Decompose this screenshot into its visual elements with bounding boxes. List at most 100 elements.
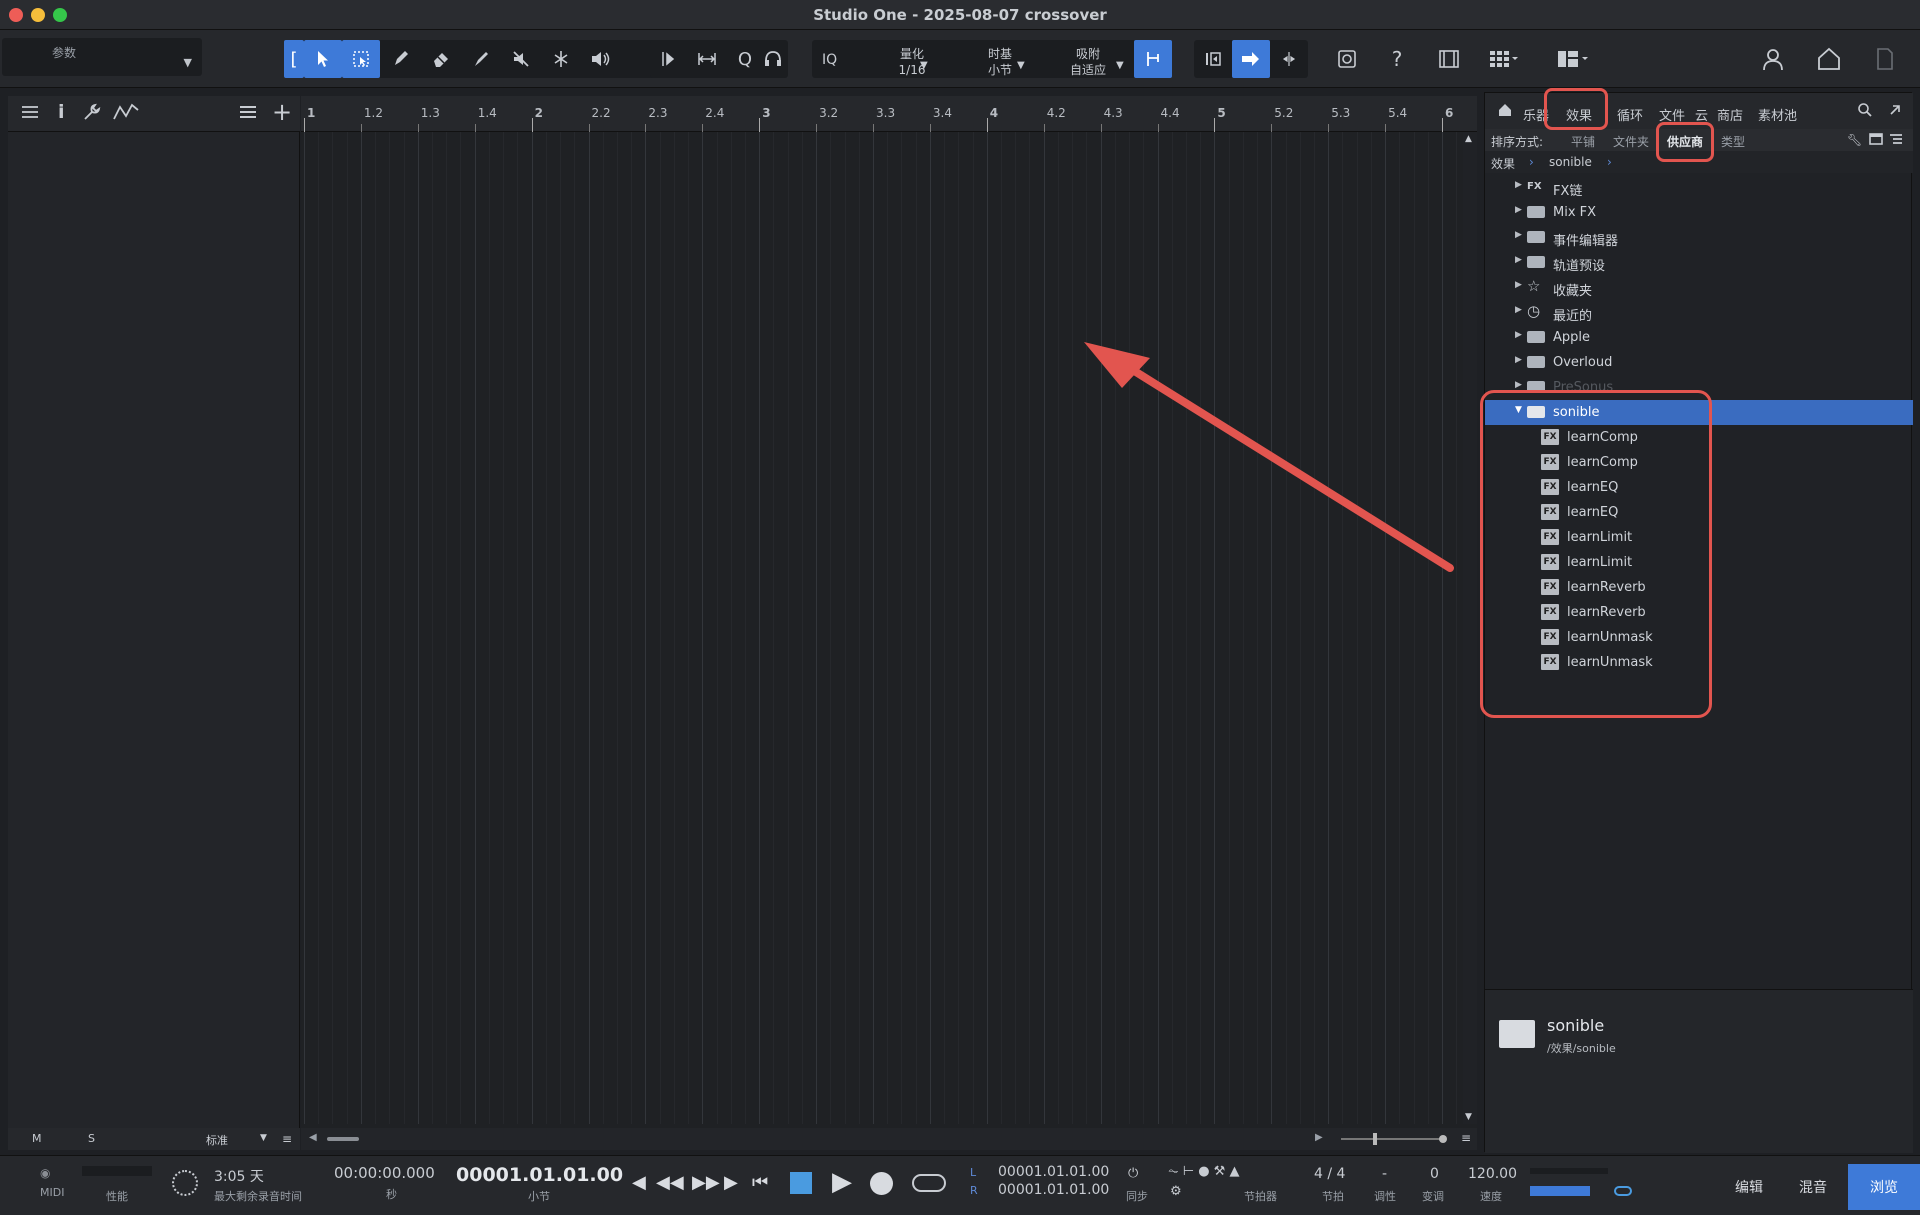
metronome-settings-icon[interactable]: ⏦ ⊢ ● ⚒ ▲ — [1168, 1164, 1239, 1179]
tree-folder-item[interactable]: ▶ Apple — [1485, 325, 1913, 350]
collapsed-triangle-icon[interactable]: ▶ — [1515, 230, 1522, 240]
help-button[interactable]: ? — [1380, 42, 1414, 76]
master-volume-bar[interactable] — [1530, 1186, 1590, 1196]
horizontal-scrollbar-thumb[interactable] — [327, 1137, 359, 1141]
arrange-view[interactable]: 1 1.2 1.3 1.4 2 2.2 2.3 2.4 3 3.2 3.3 3.4 4 4.2 4.3 4.4… — [301, 96, 1477, 1150]
range-tool-button[interactable]: [ — [284, 40, 304, 78]
iq-button[interactable]: IQ — [822, 52, 837, 68]
browse-page-button[interactable]: 浏览 — [1848, 1164, 1920, 1210]
tree-folder-item[interactable]: ▶ ☆ 收藏夹 — [1485, 275, 1913, 300]
edit-page-button[interactable]: 编辑 — [1718, 1164, 1780, 1210]
time-signature-display[interactable]: 4 / 4 — [1314, 1166, 1345, 1182]
phone-tool-button[interactable] — [754, 40, 792, 78]
listen-tool-button[interactable] — [582, 40, 620, 78]
collapsed-triangle-icon[interactable]: ▶ — [1515, 380, 1522, 390]
timeline-ruler[interactable]: 1 1.2 1.3 1.4 2 2.2 2.3 2.4 3 3.2 3.3 3.4 4 4.2 4.3 4.4… — [301, 96, 1477, 132]
tree-folder-item[interactable]: ▶ 轨道预设 — [1485, 250, 1913, 275]
key-display[interactable]: - — [1382, 1166, 1387, 1182]
document-button[interactable] — [1868, 42, 1902, 76]
track-list-menu-icon[interactable] — [20, 102, 40, 127]
autoscroll-button[interactable] — [1232, 40, 1270, 78]
tempo-display[interactable]: 120.00 — [1468, 1166, 1517, 1182]
vertical-scrollbar[interactable]: ▲ ▼ — [1463, 132, 1477, 1124]
split-view-icon[interactable] — [1889, 132, 1903, 149]
fast-forward-icon[interactable]: ▶▶ — [692, 1172, 720, 1193]
track-list-menu-icon[interactable]: ≡ — [282, 1132, 292, 1146]
timebase-selector[interactable]: 时基 小节 — [962, 46, 1038, 78]
loop-end-display[interactable]: 00001.01.01.00 — [998, 1182, 1109, 1198]
master-toggle[interactable] — [1614, 1186, 1632, 1196]
loop-start-display[interactable]: 00001.01.01.00 — [998, 1164, 1109, 1180]
snapshot-button[interactable] — [1330, 42, 1364, 76]
single-view-icon[interactable] — [1869, 132, 1883, 149]
tree-folder-item[interactable]: ▶ ◷ 最近的 — [1485, 300, 1913, 325]
collapsed-triangle-icon[interactable]: ▶ — [1515, 255, 1522, 265]
return-to-zero-icon[interactable]: ⏮ — [752, 1172, 768, 1193]
collapsed-triangle-icon[interactable]: ▶ — [1515, 305, 1522, 315]
arrange-grid[interactable] — [301, 132, 1461, 1124]
stretch-tool-button[interactable] — [688, 40, 726, 78]
stop-button[interactable] — [790, 1172, 812, 1194]
rewind-start-icon[interactable]: ◀ — [632, 1172, 646, 1193]
search-icon[interactable] — [1857, 102, 1873, 122]
sync-icon[interactable]: ⏻ — [1128, 1166, 1138, 1181]
sort-folder-button[interactable]: 文件夹 — [1613, 133, 1649, 150]
pencil-tool-button[interactable] — [382, 40, 420, 78]
bars-display[interactable]: 00001.01.01.00 — [456, 1164, 623, 1186]
tab-loops[interactable]: 循环 — [1617, 105, 1643, 124]
scroll-up-icon[interactable]: ▲ — [1465, 134, 1472, 144]
scroll-right-icon[interactable]: ▶ — [1315, 1132, 1323, 1143]
video-button[interactable] — [1432, 42, 1466, 76]
zoom-slider-thumb[interactable] — [1373, 1133, 1377, 1145]
split-tool-button[interactable] — [542, 40, 580, 78]
detach-icon[interactable] — [1887, 102, 1903, 122]
tree-folder-item[interactable]: ▶ FX FX链 — [1485, 175, 1913, 200]
follow-cursor-button[interactable] — [1270, 40, 1308, 78]
sort-flat-button[interactable]: 平铺 — [1571, 133, 1595, 150]
parameter-selector[interactable]: 参数 ▼ — [2, 38, 202, 76]
collapsed-triangle-icon[interactable]: ▶ — [1515, 280, 1522, 290]
eraser-tool-button[interactable] — [422, 40, 460, 78]
transpose-display[interactable]: 0 — [1430, 1166, 1439, 1182]
gear-icon[interactable]: ⚙ — [1170, 1184, 1182, 1199]
loop-button[interactable] — [910, 1170, 948, 1200]
collapsed-triangle-icon[interactable]: ▶ — [1515, 180, 1522, 190]
seconds-display[interactable]: 00:00:00.000 — [334, 1164, 435, 1182]
layout-button[interactable] — [1556, 42, 1590, 76]
zoom-menu-icon[interactable]: ≡ — [1461, 1131, 1471, 1145]
solo-all-button[interactable]: S — [88, 1132, 95, 1145]
rewind-icon[interactable]: ◀◀ — [656, 1172, 684, 1193]
collapsed-triangle-icon[interactable]: ▶ — [1515, 355, 1522, 365]
user-account-button[interactable] — [1756, 42, 1790, 76]
scroll-left-button[interactable] — [1194, 40, 1232, 78]
track-options-icon[interactable] — [238, 102, 258, 127]
grid-view-button[interactable] — [1486, 42, 1520, 76]
breadcrumb-sonible[interactable]: sonible — [1549, 155, 1592, 169]
marquee-tool-button[interactable] — [342, 40, 380, 78]
quantize-selector[interactable]: 量化 1/16 — [874, 46, 950, 78]
paint-tool-button[interactable] — [462, 40, 500, 78]
home-button[interactable] — [1812, 42, 1846, 76]
forward-end-icon[interactable]: ▶ — [724, 1172, 738, 1193]
mix-page-button[interactable]: 混音 — [1782, 1164, 1844, 1210]
automation-icon[interactable] — [112, 102, 140, 127]
sort-type-button[interactable]: 类型 — [1721, 133, 1745, 150]
tab-pool[interactable]: 素材池 — [1758, 105, 1797, 124]
zoom-slider[interactable] — [1341, 1133, 1447, 1145]
add-track-icon[interactable]: + — [272, 98, 292, 126]
play-button[interactable]: ▶ — [832, 1167, 852, 1197]
collapsed-triangle-icon[interactable]: ▶ — [1515, 205, 1522, 215]
wrench-icon[interactable]: 🔧︎ — [1847, 133, 1862, 147]
tree-folder-item[interactable]: ▶ Overloud — [1485, 350, 1913, 375]
browser-home-icon[interactable] — [1497, 102, 1513, 122]
info-icon[interactable]: i — [58, 101, 65, 123]
bend-tool-button[interactable] — [650, 40, 688, 78]
record-button[interactable] — [870, 1172, 893, 1195]
arrow-tool-button[interactable] — [304, 40, 342, 78]
tree-folder-item[interactable]: ▶ Mix FX — [1485, 200, 1913, 225]
mute-all-button[interactable]: M — [32, 1132, 42, 1145]
wrench-icon[interactable] — [82, 102, 102, 127]
breadcrumb-effects[interactable]: 效果 — [1491, 155, 1515, 172]
collapsed-triangle-icon[interactable]: ▶ — [1515, 330, 1522, 340]
track-height-selector[interactable]: 标准 — [206, 1132, 228, 1148]
